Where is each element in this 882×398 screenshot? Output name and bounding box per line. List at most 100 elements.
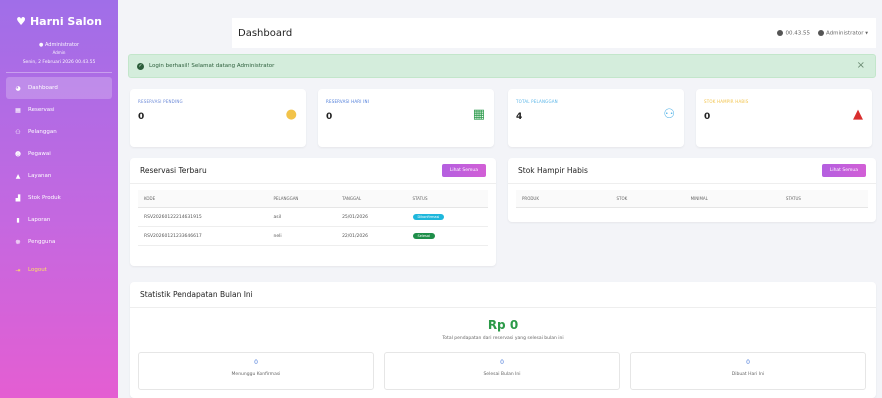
summary-cards: 0 Menunggu Konfirmasi 0 Selesai Bulan In… bbox=[138, 352, 866, 390]
stat-value: 0 bbox=[138, 112, 145, 122]
user-name: ● Administrator bbox=[38, 42, 80, 48]
stok-table: PRODUK STOK MINIMAL STATUS bbox=[516, 190, 868, 208]
sidebar-item-pelanggan[interactable]: ⚇ Pelanggan bbox=[6, 121, 112, 143]
user-cog-icon: ☸ bbox=[15, 238, 21, 246]
summary-card-menunggu: 0 Menunggu Konfirmasi bbox=[138, 352, 374, 390]
stat-label: TOTAL PELANGGAN bbox=[516, 99, 558, 104]
sidebar-item-reservasi[interactable]: ▦ Reservasi bbox=[6, 99, 112, 121]
column-header: KODE bbox=[138, 190, 268, 208]
calendar-day-icon: ▦ bbox=[472, 107, 485, 122]
clock-display: 00.43.55 bbox=[777, 29, 810, 36]
pendapatan-caption: Total pendapatan dari reservasi yang sel… bbox=[442, 336, 564, 341]
check-circle-icon: ✓ bbox=[137, 62, 144, 70]
sidebar: ♥ Harni Salon ● Administrator Admin Seni… bbox=[0, 0, 118, 398]
column-header: PRODUK bbox=[516, 190, 611, 208]
table-row: RSV20260121233646617 neli 22/01/2026 Sel… bbox=[138, 226, 488, 246]
table-header-row: KODE PELANGGAN TANGGAL STATUS bbox=[138, 190, 488, 208]
stat-card-stok-hampir-habis: STOK HAMPIR HABIS 0 ▲ bbox=[696, 89, 872, 147]
brand[interactable]: ♥ Harni Salon bbox=[0, 6, 118, 36]
stat-value: 0 bbox=[704, 112, 711, 122]
status-badge: Dikonfirmasi bbox=[412, 214, 445, 220]
scissors-icon: ▲ bbox=[15, 172, 21, 180]
cell-status: Dikonfirmasi bbox=[406, 207, 488, 227]
column-header: STATUS bbox=[779, 190, 868, 208]
users-icon: ⚇ bbox=[15, 128, 21, 136]
panel-title: Reservasi Terbaru bbox=[140, 166, 207, 175]
summary-value: 0 bbox=[500, 359, 504, 366]
panel-title: Statistik Pendapatan Bulan Ini bbox=[140, 290, 253, 299]
stat-card-total-pelanggan: TOTAL PELANGGAN 4 ⚇ bbox=[508, 89, 684, 147]
cell-pelanggan: neli bbox=[267, 226, 337, 246]
chevron-down-icon: ▾ bbox=[865, 30, 868, 37]
sidebar-item-layanan[interactable]: ▲ Layanan bbox=[6, 165, 112, 187]
hand-heart-icon: ♥ bbox=[16, 14, 26, 28]
current-date: Senin, 2 Februari 2026 00.43.55 bbox=[22, 60, 96, 65]
column-header: STOK bbox=[610, 190, 685, 208]
user-block: ● Administrator Admin Senin, 2 Februari … bbox=[0, 42, 118, 66]
column-header: MINIMAL bbox=[684, 190, 780, 208]
summary-label: Menunggu Konfirmasi bbox=[231, 372, 281, 377]
cell-tanggal: 22/01/2026 bbox=[336, 226, 407, 246]
success-alert: ✓ Login berhasil! Selamat datang Adminis… bbox=[128, 54, 876, 78]
panel-title: Stok Hampir Habis bbox=[518, 166, 588, 175]
lihat-semua-reservasi-button[interactable]: Lihat Semua bbox=[441, 164, 486, 177]
page-title: Dashboard bbox=[238, 27, 293, 39]
chart-icon: ▮ bbox=[16, 216, 20, 224]
clock-icon bbox=[777, 29, 784, 36]
summary-value: 0 bbox=[254, 359, 258, 366]
dashboard-icon: ◕ bbox=[15, 84, 21, 92]
stat-card-reservasi-pending: RESERVASI PENDING 0 ● bbox=[130, 89, 306, 147]
sidebar-item-pegawai[interactable]: ☻ Pegawai bbox=[6, 143, 112, 165]
table-header-row: PRODUK STOK MINIMAL STATUS bbox=[516, 190, 868, 208]
logout-icon: ⇥ bbox=[15, 266, 21, 274]
sidebar-item-stok-produk[interactable]: ▟ Stok Produk bbox=[6, 187, 112, 209]
reservasi-table: KODE PELANGGAN TANGGAL STATUS RSV2026012… bbox=[138, 190, 488, 246]
lihat-semua-stok-button[interactable]: Lihat Semua bbox=[821, 164, 866, 177]
summary-card-selesai: 0 Selesai Bulan Ini bbox=[384, 352, 620, 390]
users-icon: ⚇ bbox=[663, 107, 675, 122]
stat-card-reservasi-hari-ini: RESERVASI HARI INI 0 ▦ bbox=[318, 89, 494, 147]
table-row: RSV20260122214631915 asil 25/01/2026 Dik… bbox=[138, 207, 488, 227]
sidebar-item-pengguna[interactable]: ☸ Pengguna bbox=[6, 231, 112, 253]
cell-tanggal: 25/01/2026 bbox=[336, 207, 407, 227]
topbar-right: 00.43.55 Administrator ▾ bbox=[777, 29, 868, 37]
panel-header: Stok Hampir Habis Lihat Semua bbox=[508, 158, 876, 184]
sidebar-divider bbox=[6, 72, 112, 73]
stat-value: 0 bbox=[326, 112, 333, 122]
user-icon: ☻ bbox=[14, 150, 22, 158]
summary-value: 0 bbox=[746, 359, 750, 366]
panel-statistik-pendapatan: Statistik Pendapatan Bulan Ini Rp 0 Tota… bbox=[130, 282, 876, 398]
column-header: STATUS bbox=[406, 190, 488, 208]
summary-card-dibuat: 0 Dibuat Hari Ini bbox=[630, 352, 866, 390]
brand-name: Harni Salon bbox=[29, 14, 102, 28]
total-pendapatan: Rp 0 bbox=[487, 318, 519, 332]
status-badge: Selesai bbox=[412, 233, 435, 239]
summary-label: Selesai Bulan Ini bbox=[483, 372, 521, 377]
clock-icon: ● bbox=[285, 107, 297, 122]
stat-label: RESERVASI PENDING bbox=[138, 99, 183, 104]
user-icon: ● bbox=[38, 42, 44, 48]
cell-status: Selesai bbox=[406, 226, 488, 246]
cell-kode: RSV20260121233646617 bbox=[138, 226, 268, 246]
stat-label: STOK HAMPIR HABIS bbox=[704, 99, 749, 104]
close-icon[interactable]: × bbox=[857, 60, 865, 71]
warning-icon: ▲ bbox=[853, 107, 863, 122]
stat-label: RESERVASI HARI INI bbox=[326, 99, 370, 104]
calendar-icon: ▦ bbox=[15, 106, 21, 114]
cell-pelanggan: asil bbox=[267, 207, 337, 227]
account-icon bbox=[817, 29, 824, 36]
panel-header: Statistik Pendapatan Bulan Ini bbox=[130, 282, 876, 308]
sidebar-item-laporan[interactable]: ▮ Laporan bbox=[6, 209, 112, 231]
alert-message: Login berhasil! Selamat datang Administr… bbox=[149, 63, 275, 69]
boxes-icon: ▟ bbox=[15, 194, 21, 202]
sidebar-item-dashboard[interactable]: ◕ Dashboard bbox=[6, 77, 112, 99]
summary-label: Dibuat Hari Ini bbox=[731, 372, 765, 377]
account-menu[interactable]: Administrator ▾ bbox=[817, 29, 868, 37]
column-header: PELANGGAN bbox=[267, 190, 337, 208]
sidebar-item-logout[interactable]: ⇥ Logout bbox=[6, 259, 112, 281]
column-header: TANGGAL bbox=[336, 190, 407, 208]
cell-kode: RSV20260122214631915 bbox=[138, 207, 268, 227]
user-role: Admin bbox=[52, 50, 66, 55]
panel-reservasi-terbaru: Reservasi Terbaru Lihat Semua KODE PELAN… bbox=[130, 158, 496, 266]
panel-stok-hampir-habis: Stok Hampir Habis Lihat Semua PRODUK STO… bbox=[508, 158, 876, 222]
